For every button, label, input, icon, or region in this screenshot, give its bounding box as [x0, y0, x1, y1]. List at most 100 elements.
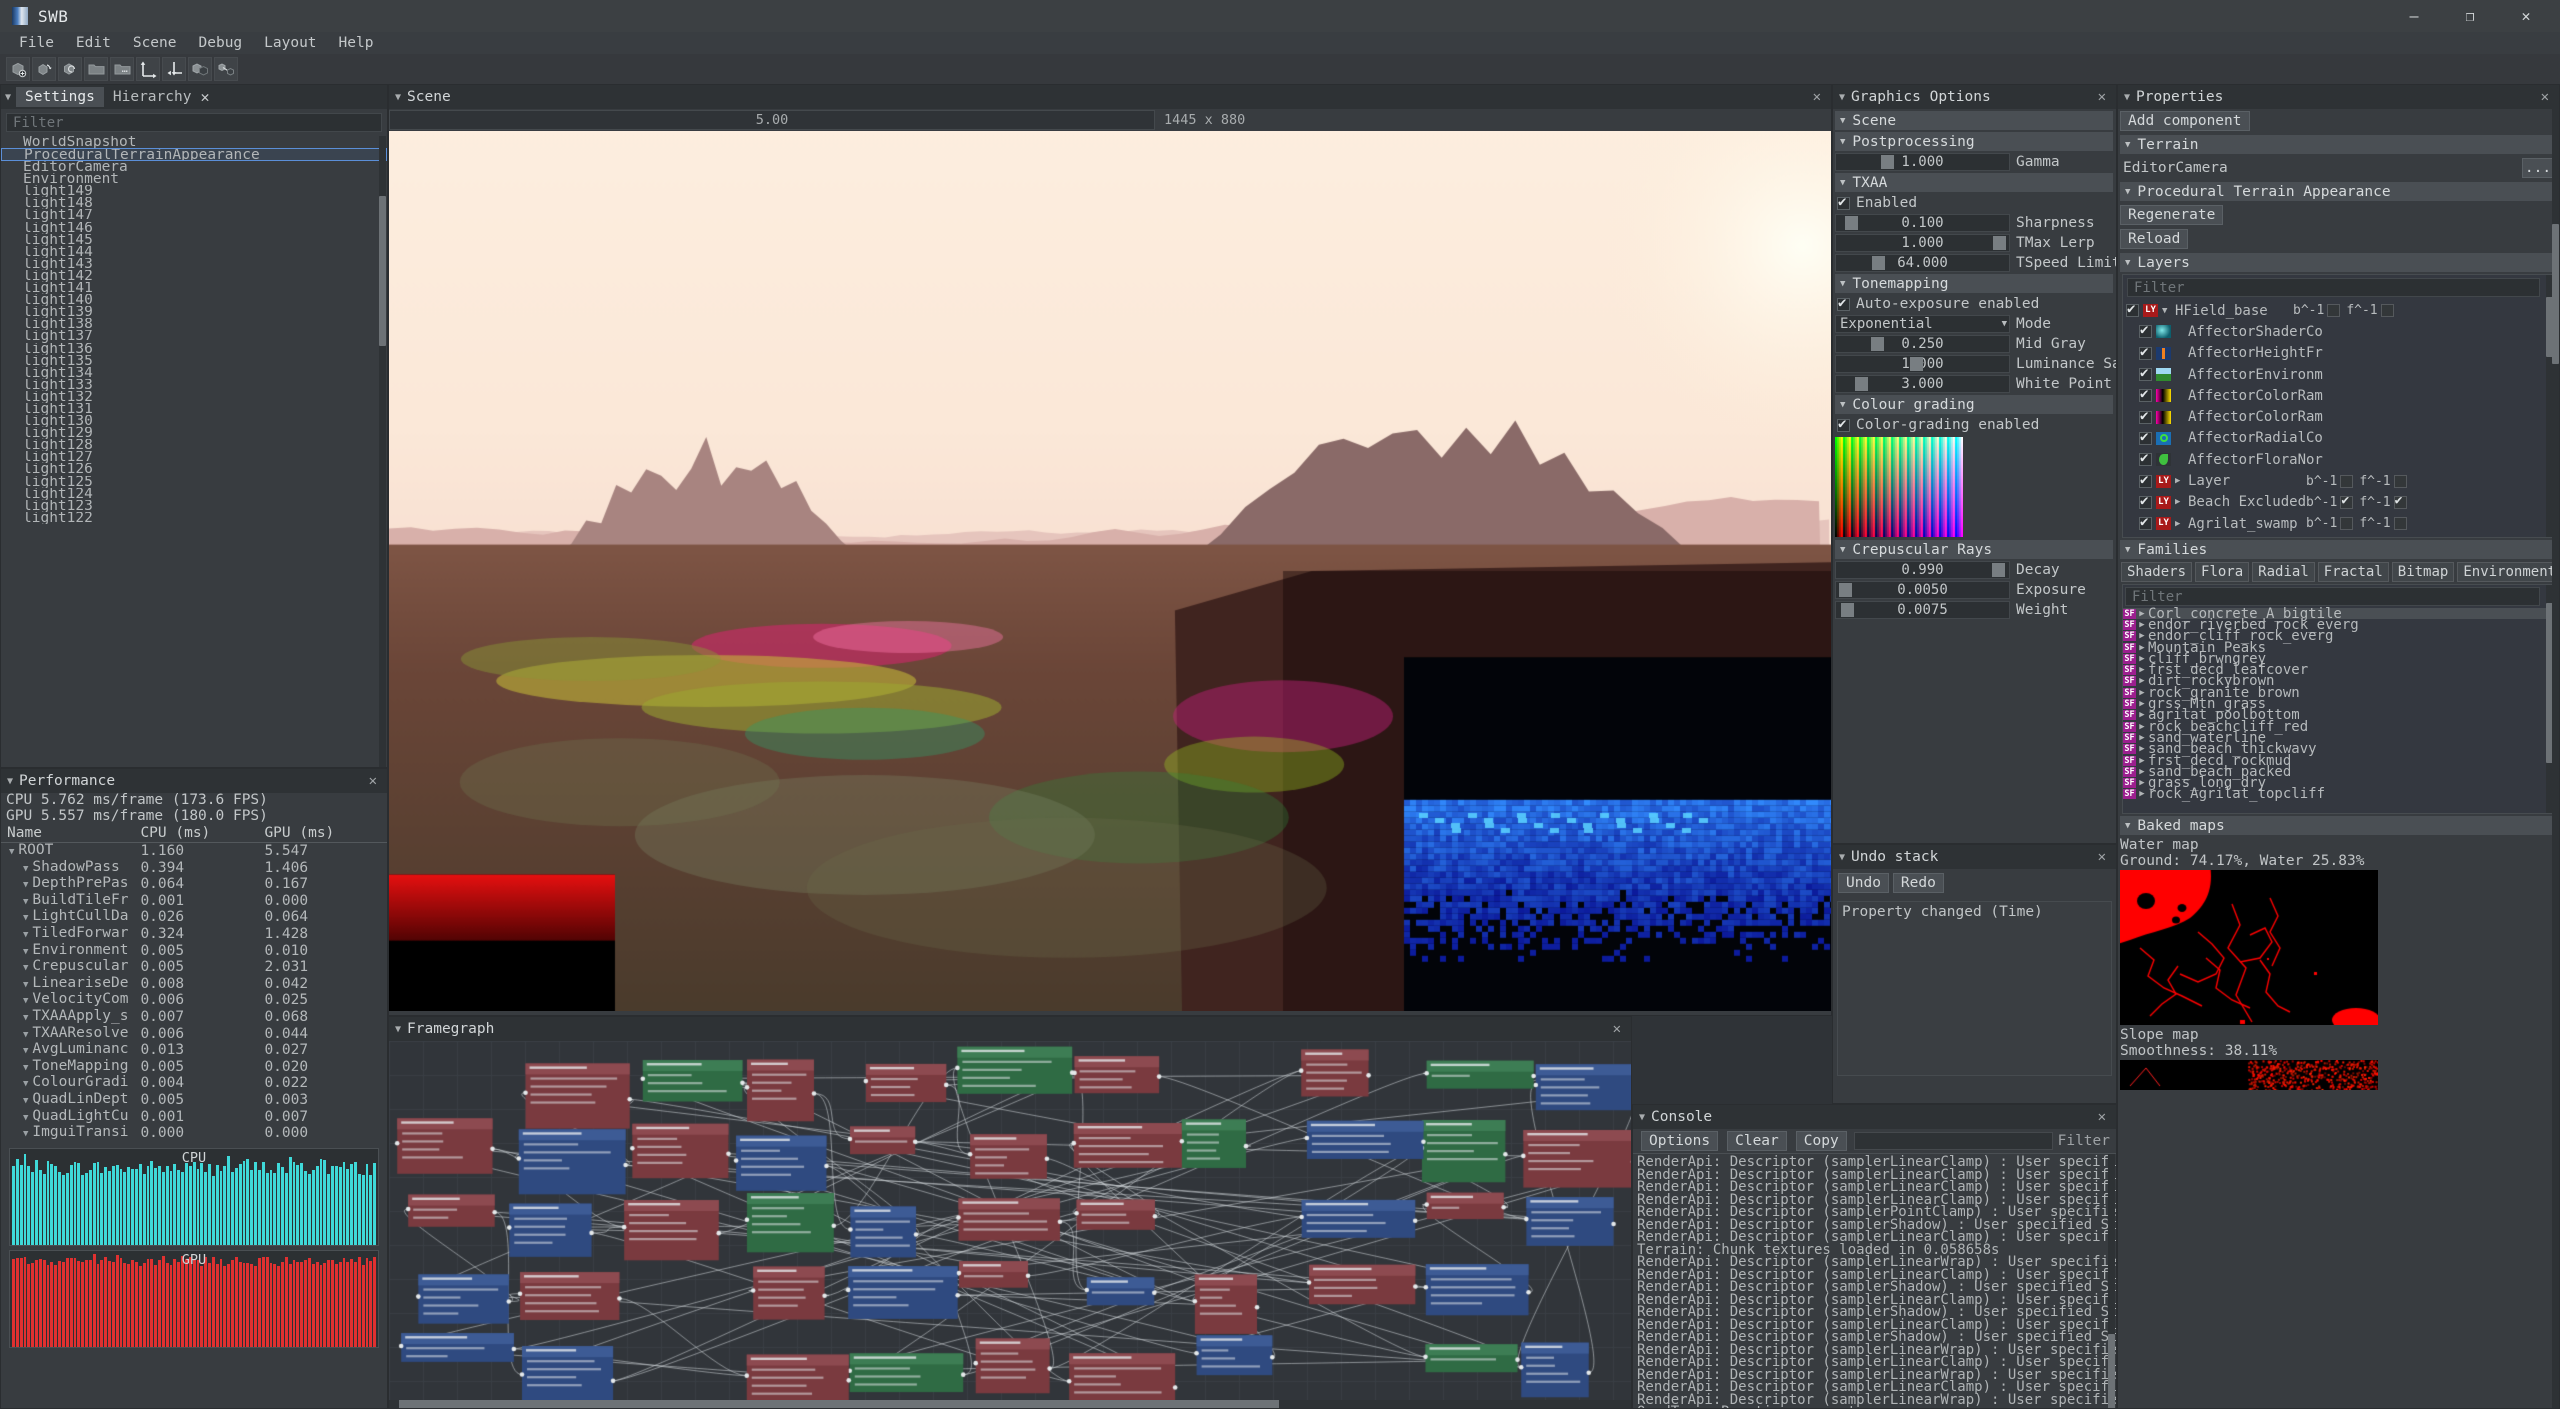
f-inverse-checkbox[interactable] — [2380, 304, 2394, 318]
section-layers[interactable]: ▼ Layers — [2120, 253, 2556, 272]
move-cube-icon[interactable] — [32, 57, 56, 81]
close-icon[interactable]: ✕ — [2094, 89, 2110, 105]
layer-row[interactable]: AffectorColorRam — [2123, 385, 2554, 406]
console-filter-input[interactable] — [1853, 1132, 2053, 1150]
expand-caret-icon[interactable]: ▼ — [23, 980, 28, 990]
tab-settings[interactable]: Settings — [16, 87, 104, 107]
colour-grading-checkbox[interactable] — [1837, 416, 1850, 432]
layer-visible-checkbox[interactable] — [2139, 493, 2152, 509]
settings-list-item[interactable]: light128 — [1, 439, 387, 451]
close-icon[interactable]: ✕ — [2094, 849, 2110, 865]
tspeedlimit-slider[interactable]: 64.000 — [1835, 254, 2010, 272]
layer-row[interactable]: AffectorRadialCo — [2123, 428, 2554, 449]
expand-arrow-icon[interactable]: ▶ — [2136, 676, 2148, 686]
layer-visible-checkbox[interactable] — [2139, 450, 2152, 467]
expand-caret-icon[interactable]: ▼ — [23, 963, 28, 973]
colour-grading-lut[interactable] — [1835, 437, 1963, 537]
performance-row[interactable]: ▼ AvgLuminanc 0.013 0.027 — [1, 1042, 387, 1059]
layer-visible-checkbox[interactable] — [2139, 322, 2152, 339]
expand-arrow-icon[interactable]: ▶ — [2136, 744, 2148, 754]
expand-caret-icon[interactable]: ▼ — [23, 930, 28, 940]
close-icon[interactable]: ✕ — [365, 773, 381, 789]
expand-arrow-icon[interactable]: ▶ — [2136, 620, 2148, 630]
scene-time-field[interactable]: 5.00 — [389, 110, 1155, 130]
settings-list-item[interactable]: light126 — [1, 463, 387, 475]
slider-knob[interactable] — [1872, 256, 1886, 270]
settings-list-item[interactable]: light132 — [1, 391, 387, 403]
settings-list-item[interactable]: light134 — [1, 367, 387, 379]
settings-list-item[interactable]: light145 — [1, 234, 387, 246]
collapse-caret-icon[interactable]: ▼ — [395, 92, 401, 103]
settings-list-item[interactable]: light149 — [1, 185, 387, 197]
settings-list-item[interactable]: light129 — [1, 427, 387, 439]
collapse-caret-icon[interactable]: ▼ — [1639, 1112, 1645, 1123]
slope-map-preview[interactable] — [2120, 1060, 2378, 1090]
scene-viewport[interactable] — [389, 131, 1831, 1015]
performance-row[interactable]: ▼ DepthPrePas 0.064 0.167 — [1, 876, 387, 893]
settings-list-item[interactable]: light138 — [1, 318, 387, 330]
add-component-button[interactable]: Add component — [2120, 111, 2250, 131]
tab-hierarchy[interactable]: Hierarchy — [104, 87, 201, 107]
framegraph-body[interactable] — [389, 1041, 1631, 1408]
section-families[interactable]: ▼ Families — [2120, 540, 2556, 559]
settings-list-item[interactable]: light146 — [1, 222, 387, 234]
expand-arrow-icon[interactable]: ▶ — [2136, 767, 2148, 777]
performance-row[interactable]: ▼ TXAAApply_s 0.007 0.068 — [1, 1009, 387, 1026]
expand-arrow-icon[interactable]: ▶ — [2136, 654, 2148, 664]
layer-row[interactable]: AffectorHeightFr — [2123, 343, 2554, 364]
layer-row[interactable]: AffectorFloraNor — [2123, 449, 2554, 470]
console-copy-button[interactable]: Copy — [1795, 1131, 1847, 1151]
maximize-icon[interactable]: ❐ — [2442, 0, 2498, 32]
layer-row[interactable]: LY ▶Layer b^-1 f^-1 — [2123, 470, 2554, 491]
layers-filter-input[interactable]: Filter — [2127, 278, 2540, 297]
menu-scene[interactable]: Scene — [122, 33, 188, 53]
expand-caret-icon[interactable]: ▼ — [23, 897, 28, 907]
family-tab-environment[interactable]: Environment — [2457, 562, 2559, 582]
layer-visible-checkbox[interactable] — [2139, 365, 2152, 382]
family-tab-shaders[interactable]: Shaders — [2121, 562, 2193, 582]
framegraph-hscrollbar[interactable] — [389, 1400, 1631, 1408]
expand-caret-icon[interactable]: ▼ — [23, 1046, 28, 1056]
layer-row[interactable]: AffectorShaderCo — [2123, 321, 2554, 342]
layer-visible-checkbox[interactable] — [2139, 429, 2152, 445]
settings-list-item[interactable]: light131 — [1, 403, 387, 415]
decay-slider[interactable]: 0.990 — [1835, 561, 2010, 579]
layer-visible-checkbox[interactable] — [2126, 301, 2139, 318]
expand-arrow-icon[interactable]: ▼ — [2162, 306, 2175, 316]
settings-list-item[interactable]: EditorCamera — [1, 161, 387, 173]
performance-row[interactable]: ▼ TXAAResolve 0.006 0.044 — [1, 1026, 387, 1043]
close-icon[interactable]: ✕ — [2498, 0, 2554, 32]
b-inverse-checkbox[interactable] — [2340, 517, 2354, 531]
console-scrollbar[interactable] — [2108, 1154, 2115, 1408]
settings-list-item[interactable]: light137 — [1, 330, 387, 342]
expand-caret-icon[interactable]: ▼ — [23, 1079, 28, 1089]
slider-knob[interactable] — [1839, 583, 1853, 597]
settings-list-item[interactable]: light124 — [1, 488, 387, 500]
settings-scrollbar[interactable] — [379, 136, 386, 767]
folder-dots-icon[interactable] — [110, 57, 134, 81]
midgray-slider[interactable]: 0.250 — [1835, 335, 2010, 353]
close-icon[interactable]: ✕ — [1809, 89, 1825, 105]
close-icon[interactable]: ✕ — [2094, 1109, 2110, 1125]
tonemapping-mode-select[interactable]: Exponential ▼ — [1835, 315, 2010, 333]
slider-knob[interactable] — [1870, 337, 1884, 351]
reload-cube-icon[interactable] — [58, 57, 82, 81]
family-tab-fractal[interactable]: Fractal — [2317, 562, 2389, 582]
close-icon[interactable]: ✕ — [200, 88, 209, 106]
menu-debug[interactable]: Debug — [188, 33, 254, 53]
exposure-slider[interactable]: 0.0050 — [1835, 581, 2010, 599]
settings-list-item[interactable]: light142 — [1, 270, 387, 282]
performance-row[interactable]: ▼ ColourGradi 0.004 0.022 — [1, 1075, 387, 1092]
f-inverse-checkbox[interactable] — [2393, 474, 2407, 488]
tmaxlerp-slider[interactable]: 1.000 — [1835, 234, 2010, 252]
section-txaa[interactable]: ▼ TXAA — [1835, 173, 2113, 192]
console-options-button[interactable]: Options — [1641, 1131, 1719, 1151]
performance-row[interactable]: ▼ BuildTileFr 0.001 0.000 — [1, 893, 387, 910]
families-filter-input[interactable]: Filter — [2125, 587, 2540, 606]
expand-caret-icon[interactable]: ▼ — [9, 847, 14, 857]
menu-file[interactable]: File — [8, 33, 65, 53]
expand-arrow-icon[interactable]: ▶ — [2136, 722, 2148, 732]
layer-row[interactable]: LY ▶Beach Excluded Db^-1 f^-1 — [2123, 492, 2554, 513]
terrain-browse-button[interactable]: ... — [2522, 158, 2554, 178]
expand-arrow-icon[interactable]: ▶ — [2136, 710, 2148, 720]
